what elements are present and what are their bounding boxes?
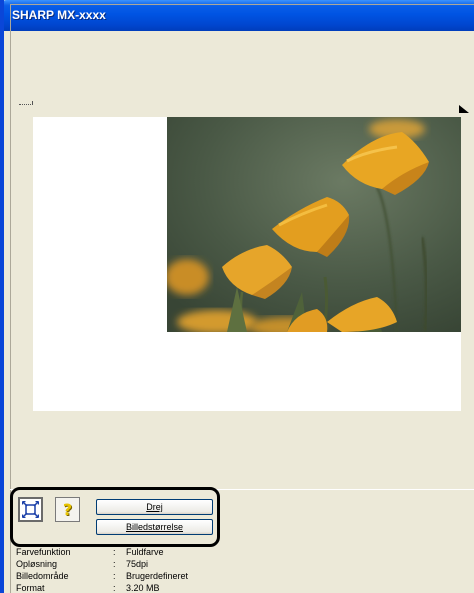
info-label: Farvefunktion xyxy=(16,547,71,557)
corner-arrow-icon xyxy=(459,105,469,113)
crop-origin-tick xyxy=(32,101,33,105)
info-label: Format xyxy=(16,583,45,593)
info-label: Opløsning xyxy=(16,559,58,569)
question-mark-icon: ? xyxy=(62,500,73,519)
info-value: Brugerdefineret xyxy=(126,571,189,581)
help-button[interactable]: ? xyxy=(55,497,80,522)
info-separator: : xyxy=(113,547,116,557)
info-label: Billedområde xyxy=(16,571,69,581)
scanner-preview-window: SHARP MX-xxxx ? Drej Billedstørrelse Far… xyxy=(0,0,474,593)
poppy-flowers-image xyxy=(167,117,461,332)
preview-image xyxy=(167,117,461,332)
crop-origin-marker xyxy=(19,104,33,106)
info-separator: : xyxy=(113,571,116,581)
rotate-button[interactable]: Drej xyxy=(96,499,213,515)
info-separator: : xyxy=(113,559,116,569)
fit-to-window-button[interactable] xyxy=(18,497,43,522)
scan-preview-page[interactable] xyxy=(33,117,461,411)
fit-to-window-icon xyxy=(22,501,39,518)
image-size-button[interactable]: Billedstørrelse xyxy=(96,519,213,535)
info-value: 75dpi xyxy=(126,559,149,569)
info-value: 3.20 MB xyxy=(126,583,160,593)
info-separator: : xyxy=(113,583,116,593)
info-value: Fuldfarve xyxy=(126,547,164,557)
preview-toolbar: ? Drej Billedstørrelse xyxy=(10,487,220,547)
